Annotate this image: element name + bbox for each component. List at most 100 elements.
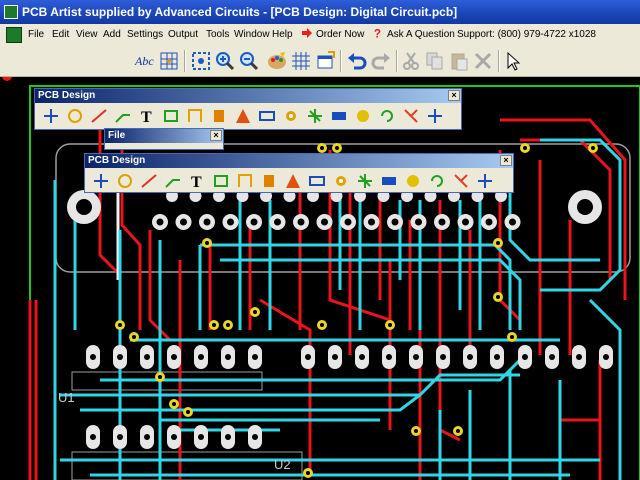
flip-icon[interactable] [451, 171, 471, 191]
pan-icon[interactable] [425, 106, 445, 126]
dimension-icon[interactable] [329, 106, 349, 126]
board-outline-icon[interactable] [305, 106, 325, 126]
menu-edit[interactable]: Edit [50, 24, 71, 46]
angle-line-icon[interactable] [163, 171, 183, 191]
rotate-icon[interactable] [427, 171, 447, 191]
via [223, 320, 233, 330]
line-tool-icon[interactable] [89, 106, 109, 126]
pan-icon[interactable] [91, 171, 111, 191]
redo-icon[interactable] [370, 50, 392, 72]
order-now-label: Order Now [316, 29, 365, 40]
pad-icon[interactable] [209, 106, 229, 126]
via-tool-icon[interactable] [331, 171, 351, 191]
copper-pour-icon[interactable] [233, 106, 253, 126]
svg-text:Abc: Abc [134, 54, 154, 68]
connector-pad [175, 214, 192, 230]
component-icon[interactable] [161, 106, 181, 126]
dip-pad [221, 425, 235, 449]
circle-tool-icon[interactable] [65, 106, 85, 126]
text-style-icon[interactable]: Abc [134, 50, 156, 72]
ask-question-link[interactable]: ? Ask A Question [371, 24, 457, 46]
pcb-design-toolbar-back[interactable]: PCB Design × T [34, 88, 462, 130]
pointer-icon[interactable] [502, 50, 524, 72]
panel-close-button[interactable]: × [500, 155, 512, 166]
dip-pad [382, 345, 396, 369]
flip-icon[interactable] [401, 106, 421, 126]
origin-marker-icon [2, 77, 12, 81]
cut-icon[interactable] [400, 50, 422, 72]
zoom-in-icon[interactable] [214, 50, 236, 72]
via [250, 307, 260, 317]
panel-close-button[interactable]: × [448, 90, 460, 101]
menu-window[interactable]: Window [232, 24, 272, 46]
connector-pad [434, 214, 450, 230]
support-phone: Support: (800) 979-4722 x1028 [457, 29, 596, 40]
menu-help[interactable]: Help [270, 24, 295, 46]
menu-settings[interactable]: Settings [125, 24, 165, 46]
text-tool-icon[interactable]: T [137, 106, 157, 126]
dip-pad [328, 345, 342, 369]
dip-pad [86, 425, 100, 449]
via [129, 332, 139, 342]
footprint-icon[interactable] [235, 171, 255, 191]
dip-pad [545, 345, 559, 369]
pad-icon[interactable] [259, 171, 279, 191]
circle-tool-icon[interactable] [115, 171, 135, 191]
shape-icon[interactable] [257, 106, 277, 126]
svg-text:?: ? [374, 28, 381, 40]
zoom-out-icon[interactable] [238, 50, 260, 72]
file-toolbar-panel[interactable]: File × [104, 128, 224, 150]
shape-icon[interactable] [307, 171, 327, 191]
pcb-canvas[interactable]: U1 U2 PCB Design × T File × PCB Design ×… [0, 77, 640, 480]
pan-icon[interactable] [41, 106, 61, 126]
layers-grid-icon[interactable] [290, 50, 312, 72]
menu-view[interactable]: View [74, 24, 100, 46]
panel-title-bar[interactable]: File × [105, 129, 223, 143]
menu-output[interactable]: Output [166, 24, 200, 46]
title-bar: PCB Artist supplied by Advanced Circuits… [0, 0, 640, 24]
pcb-board [28, 85, 640, 480]
dimension-icon[interactable] [379, 171, 399, 191]
angle-line-icon[interactable] [113, 106, 133, 126]
zoom-fit-icon[interactable] [190, 50, 212, 72]
line-tool-icon[interactable] [139, 171, 159, 191]
delete-icon[interactable] [472, 50, 494, 72]
menu-add[interactable]: Add [101, 24, 123, 46]
document-icon[interactable] [6, 27, 22, 43]
board-outline-icon[interactable] [355, 171, 375, 191]
pcb-design-toolbar-front[interactable]: PCB Design × T [84, 153, 514, 193]
dip-pad [248, 345, 262, 369]
undo-icon[interactable] [346, 50, 368, 72]
dip-pad [113, 345, 127, 369]
component-icon[interactable] [211, 171, 231, 191]
text-tool-icon[interactable]: T [187, 171, 207, 191]
toolbar-separator [184, 50, 186, 72]
rotate-icon[interactable] [377, 106, 397, 126]
connector-pad [222, 214, 239, 230]
pan-icon[interactable] [475, 171, 495, 191]
drill-icon[interactable] [403, 171, 423, 191]
footprint-icon[interactable] [185, 106, 205, 126]
connector-pad [152, 214, 168, 230]
via-tool-icon[interactable] [281, 106, 301, 126]
grid-icon[interactable] [158, 50, 180, 72]
panel-title-bar[interactable]: PCB Design × [85, 154, 513, 168]
menu-file[interactable]: File [26, 24, 46, 46]
panel-title-bar[interactable]: PCB Design × [35, 89, 461, 103]
drill-icon[interactable] [353, 106, 373, 126]
question-icon: ? [374, 28, 381, 41]
copper-pour-icon[interactable] [283, 171, 303, 191]
paste-icon[interactable] [448, 50, 470, 72]
dip-pad [167, 425, 181, 449]
menu-tools[interactable]: Tools [204, 24, 231, 46]
copy-icon[interactable] [424, 50, 446, 72]
dip-pad [194, 425, 208, 449]
colors-icon[interactable] [266, 50, 288, 72]
panel-title: PCB Design [38, 90, 96, 101]
panel-close-button[interactable]: × [210, 130, 222, 141]
connector-pad [481, 214, 497, 230]
dip-pads [86, 345, 613, 449]
window-icon[interactable] [314, 50, 336, 72]
svg-text:T: T [141, 109, 152, 126]
order-now-link[interactable]: Order Now [299, 24, 366, 46]
